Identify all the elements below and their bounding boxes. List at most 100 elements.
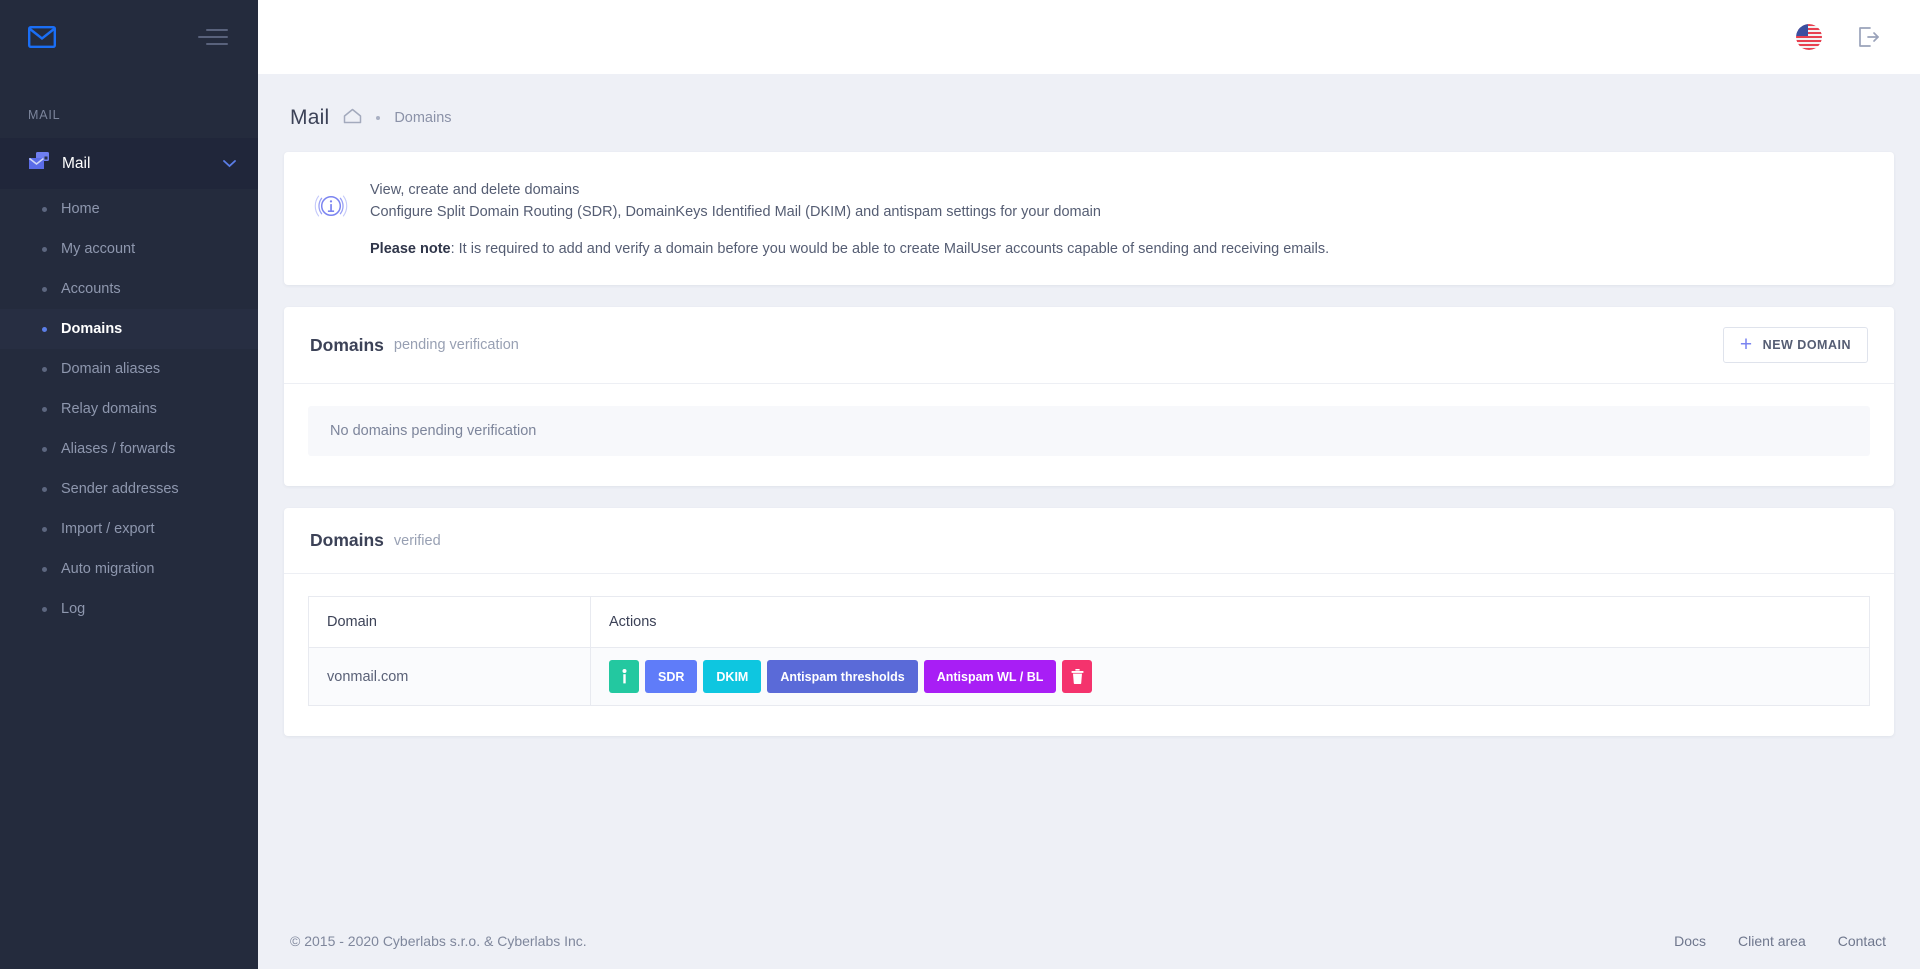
table-head: Domain Actions xyxy=(308,596,1870,648)
info-notice-card: View, create and delete domains Configur… xyxy=(284,152,1894,285)
footer-link-client-area[interactable]: Client area xyxy=(1738,933,1806,949)
sidebar-group-label: Mail xyxy=(62,154,91,172)
new-domain-label: NEW DOMAIN xyxy=(1762,338,1851,352)
footer-links: Docs Client area Contact xyxy=(1674,933,1886,949)
bullet-icon xyxy=(42,526,47,532)
bullet-icon xyxy=(42,326,47,332)
sidebar-item-domains[interactable]: Domains xyxy=(0,309,258,349)
sidebar-item-import-export[interactable]: Import / export xyxy=(0,509,258,549)
bullet-icon xyxy=(42,566,47,572)
delete-button[interactable] xyxy=(1062,660,1093,693)
bullet-icon xyxy=(42,286,47,292)
sidebar-item-relay-domains[interactable]: Relay domains xyxy=(0,389,258,429)
notice-note-label: Please note xyxy=(370,241,451,257)
table-header-row: Domain Actions xyxy=(308,596,1870,648)
breadcrumb[interactable]: Domains xyxy=(394,110,451,126)
page-title: Mail xyxy=(290,106,330,129)
main-area: Mail Domains View, create and delete dom… xyxy=(258,0,1920,969)
app-root: MAIL Mail Home My account Accounts Domai… xyxy=(0,0,1920,969)
notice-line-2: Configure Split Domain Routing (SDR), Do… xyxy=(370,204,1101,220)
antispam-wl-bl-button[interactable]: Antispam WL / BL xyxy=(923,660,1057,693)
hamburger-icon[interactable] xyxy=(198,29,228,45)
sidebar-item-auto-migration[interactable]: Auto migration xyxy=(0,549,258,589)
dkim-button[interactable]: DKIM xyxy=(703,660,762,693)
sidebar-item-home[interactable]: Home xyxy=(0,189,258,229)
table-body: vonmail.com SDR DKIM Antispam thresholds… xyxy=(308,647,1870,706)
sidebar: MAIL Mail Home My account Accounts Domai… xyxy=(0,0,258,969)
footer-link-docs[interactable]: Docs xyxy=(1674,933,1706,949)
footer: © 2015 - 2020 Cyberlabs s.r.o. & Cyberla… xyxy=(258,913,1920,969)
sidebar-item-domain-aliases[interactable]: Domain aliases xyxy=(0,349,258,389)
bullet-icon xyxy=(42,446,47,452)
mail-stack-icon xyxy=(28,151,50,176)
cell-actions: SDR DKIM Antispam thresholds Antispam WL… xyxy=(590,647,1870,706)
sidebar-item-label: Aliases / forwards xyxy=(61,441,176,457)
topbar xyxy=(258,0,1920,74)
pending-section-title: Domains xyxy=(310,334,384,355)
us-flag-icon[interactable] xyxy=(1796,24,1822,50)
info-circle-icon xyxy=(314,189,348,228)
bullet-icon xyxy=(42,606,47,612)
verified-section-body: Domain Actions vonmail.com SDR DKIM Anti… xyxy=(284,574,1894,736)
sidebar-nav: Home My account Accounts Domains Domain … xyxy=(0,189,258,629)
action-buttons: SDR DKIM Antispam thresholds Antispam WL… xyxy=(609,660,1851,693)
new-domain-button[interactable]: + NEW DOMAIN xyxy=(1722,327,1868,363)
sidebar-item-label: Auto migration xyxy=(61,561,155,577)
sidebar-item-label: My account xyxy=(61,241,136,257)
info-icon xyxy=(622,669,626,684)
sidebar-item-log[interactable]: Log xyxy=(0,589,258,629)
bullet-icon xyxy=(42,366,47,372)
page-header: Mail Domains xyxy=(284,74,1894,152)
sidebar-item-label: Import / export xyxy=(61,521,155,537)
bullet-icon xyxy=(42,486,47,492)
domains-pending-card: Domains pending verification + NEW DOMAI… xyxy=(284,307,1894,486)
sidebar-header xyxy=(0,0,258,74)
bullet-icon xyxy=(42,406,47,412)
verified-section-title: Domains xyxy=(310,530,384,550)
sidebar-item-label: Sender addresses xyxy=(61,481,179,497)
sidebar-item-label: Home xyxy=(61,201,100,217)
pending-empty-state: No domains pending verification xyxy=(308,406,1870,456)
sidebar-item-label: Log xyxy=(61,601,86,617)
sidebar-item-my-account[interactable]: My account xyxy=(0,229,258,269)
table-row: vonmail.com SDR DKIM Antispam thresholds… xyxy=(308,647,1870,706)
bullet-icon xyxy=(42,246,47,252)
notice-line-1: View, create and delete domains xyxy=(370,182,580,198)
chevron-down-icon[interactable] xyxy=(223,158,236,170)
verified-section-header: Domains verified xyxy=(284,508,1894,574)
sidebar-group-mail[interactable]: Mail xyxy=(0,138,258,189)
sidebar-item-label: Domains xyxy=(61,321,123,337)
verified-section-subtitle: verified xyxy=(393,532,441,549)
pending-section-subtitle: pending verification xyxy=(393,337,519,353)
logout-icon[interactable] xyxy=(1856,25,1880,49)
footer-link-contact[interactable]: Contact xyxy=(1838,933,1886,949)
breadcrumb-separator-icon xyxy=(376,116,381,120)
sidebar-item-accounts[interactable]: Accounts xyxy=(0,269,258,309)
envelope-icon[interactable] xyxy=(28,26,56,48)
bullet-icon xyxy=(42,206,47,212)
sidebar-item-label: Domain aliases xyxy=(61,361,161,377)
notice-note-text: : It is required to add and verify a dom… xyxy=(450,241,1330,257)
domains-table: Domain Actions vonmail.com SDR DKIM Anti… xyxy=(308,596,1870,706)
sidebar-item-label: Relay domains xyxy=(61,401,157,417)
column-header-actions: Actions xyxy=(590,596,1870,648)
home-icon[interactable] xyxy=(343,108,362,129)
content-area: Mail Domains View, create and delete dom… xyxy=(258,74,1920,913)
sdr-button[interactable]: SDR xyxy=(645,660,698,693)
antispam-thresholds-button[interactable]: Antispam thresholds xyxy=(767,660,918,693)
sidebar-item-sender-addresses[interactable]: Sender addresses xyxy=(0,469,258,509)
pending-section-body: No domains pending verification xyxy=(284,384,1894,486)
sidebar-item-aliases-forwards[interactable]: Aliases / forwards xyxy=(0,429,258,469)
sidebar-item-label: Accounts xyxy=(61,281,121,297)
domains-verified-card: Domains verified Domain Actions vonmail.… xyxy=(284,508,1894,736)
footer-copyright: © 2015 - 2020 Cyberlabs s.r.o. & Cyberla… xyxy=(290,933,587,949)
column-header-domain: Domain xyxy=(308,596,591,648)
info-button[interactable] xyxy=(609,660,639,693)
plus-icon: + xyxy=(1739,333,1753,356)
cell-domain: vonmail.com xyxy=(308,647,591,706)
trash-icon xyxy=(1071,669,1084,684)
sidebar-section-label: MAIL xyxy=(28,108,61,122)
notice-body: View, create and delete domains Configur… xyxy=(370,176,1329,257)
pending-section-header: Domains pending verification + NEW DOMAI… xyxy=(284,307,1894,384)
notice-please-note: Please note: It is required to add and v… xyxy=(370,241,1329,257)
